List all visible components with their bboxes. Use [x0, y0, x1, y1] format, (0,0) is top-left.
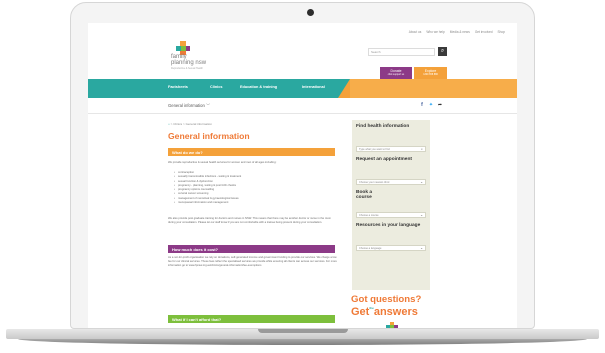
clinic-select-value: Choose your nearest clinic [359, 180, 390, 184]
nav-accent-fill [350, 79, 517, 98]
chevron-down-icon: ﹀ [205, 103, 211, 108]
find-health-input[interactable]: Type what you want to find ⌕ [356, 146, 426, 152]
language-title: Resources in your language [356, 223, 421, 228]
breadcrumb-clinics[interactable]: Clinics [173, 122, 182, 126]
breadcrumb-current: General information [185, 122, 212, 126]
search-icon[interactable]: ⌕ [421, 147, 423, 151]
logo-plus-icon [386, 322, 398, 328]
promo-answers: answers [373, 306, 418, 318]
explore-sub: 1300 658 886 [423, 73, 438, 76]
explore-button[interactable]: Explore 1300 658 886 [414, 67, 447, 79]
course-select[interactable]: Choose a course ⌄ [356, 212, 426, 218]
home-icon[interactable]: ⌂ [168, 122, 170, 126]
page-title: General information [168, 131, 250, 141]
nav-item-clinics[interactable]: Clinics [210, 85, 222, 89]
chevron-down-icon: ⌄ [420, 245, 423, 250]
util-link-media[interactable]: Media & news [450, 30, 470, 34]
util-link-who[interactable]: Who we help [426, 30, 444, 34]
donate-button[interactable]: Donate click support us [380, 67, 412, 79]
cost-paragraph: As a not-for-profit organisation we rely… [168, 256, 337, 268]
donate-sub: click support us [387, 73, 405, 76]
section-header-what-we-do: What do we do? [168, 148, 335, 156]
chevron-down-icon: ⌄ [420, 212, 423, 217]
intro-paragraph: We provide reproductive & sexual health … [168, 161, 277, 164]
main-nav: Factsheets Clinics Education & training … [88, 79, 517, 98]
language-select[interactable]: Choose a language ⌄ [356, 245, 426, 251]
find-health-placeholder: Type what you want to find [359, 147, 390, 151]
subbar-title[interactable]: General information ﹀ [168, 103, 210, 109]
appointment-title: Request an appointment [356, 157, 412, 162]
logo-text-line2: planning nsw [171, 60, 207, 66]
nav-item-education[interactable]: Education & training [240, 85, 277, 89]
search-input[interactable]: Search [368, 48, 435, 56]
laptop-foot [18, 339, 587, 345]
nav-accent [338, 79, 350, 98]
course-title: Book a course [356, 190, 372, 201]
search-icon[interactable]: ⌕ [438, 47, 447, 56]
facebook-icon[interactable]: f [419, 102, 425, 109]
staff-paragraph: We also provide post graduate training f… [168, 217, 332, 225]
sidebar-panel: Find health information Type what you wa… [352, 120, 430, 290]
language-select-value: Choose a language [359, 246, 382, 250]
utility-nav: About us Who we help Media & news Get in… [409, 30, 505, 34]
section-header-cost: How much does it cost? [168, 245, 335, 253]
services-list: contraception sexually transmissible inf… [174, 171, 336, 206]
breadcrumb-sep: > [182, 122, 185, 126]
util-link-shop[interactable]: Shop [498, 30, 505, 34]
promo-got-questions[interactable]: Got questions? [351, 294, 421, 305]
logo-tagline: Reproductive & Sexual Health [171, 67, 203, 70]
browser-screen: About us Who we help Media & news Get in… [88, 23, 517, 328]
promo-get: Get [351, 306, 370, 318]
util-link-involved[interactable]: Get involved [475, 30, 493, 34]
course-select-value: Choose a course [359, 213, 379, 217]
breadcrumb: ⌂ > Clinics > General information [168, 122, 212, 126]
nav-item-international[interactable]: International [302, 85, 325, 89]
logo-plus-icon [176, 41, 190, 55]
section-subbar: General information ﹀ f ✦ ➦ [88, 98, 517, 114]
util-link-about[interactable]: About us [409, 30, 422, 34]
subbar-title-text: General information [168, 103, 205, 108]
chevron-down-icon: ⌄ [420, 179, 423, 184]
section-header-afford: What if I can't afford that? [168, 315, 335, 323]
promo-get-answers[interactable]: Gettheanswers [351, 306, 418, 318]
list-item: menopausal information and management [174, 201, 336, 206]
nav-item-factsheets[interactable]: Factsheets [168, 85, 188, 89]
twitter-icon[interactable]: ✦ [428, 102, 434, 109]
share-icon[interactable]: ➦ [437, 102, 443, 109]
laptop-notch [258, 329, 348, 333]
find-health-title: Find health information [356, 124, 410, 129]
camera-icon [307, 9, 314, 16]
clinic-select[interactable]: Choose your nearest clinic ⌄ [356, 179, 426, 185]
